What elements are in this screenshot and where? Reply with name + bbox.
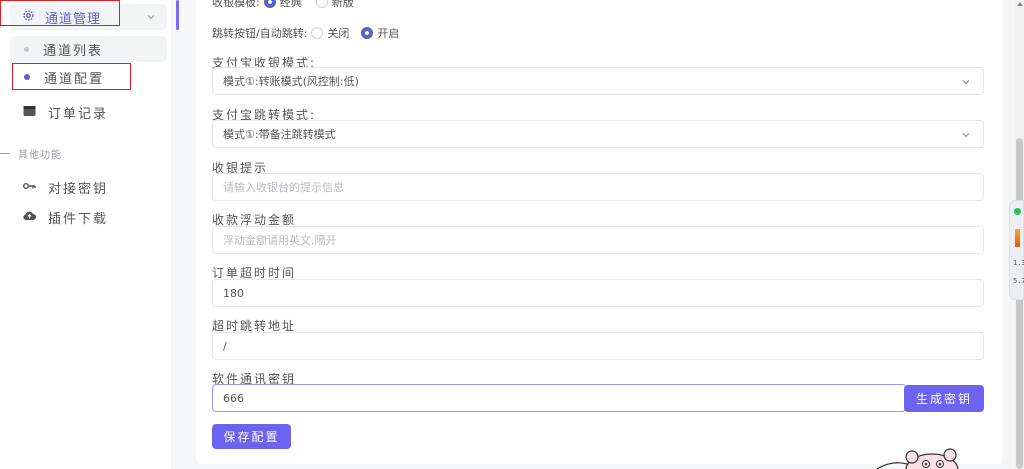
cashier-template-label: 收银模板: bbox=[212, 0, 260, 9]
status-dot-icon bbox=[1014, 208, 1021, 215]
sidebar-item-plugin-download[interactable]: 插件下载 bbox=[23, 208, 108, 227]
sidebar-item-label: 订单记录 bbox=[48, 107, 109, 122]
radio-new[interactable] bbox=[315, 0, 328, 8]
radio-classic-label: 经典 bbox=[279, 0, 302, 9]
alipay-jump-mode-select[interactable]: 模式①:带备注跳转模式 bbox=[212, 120, 984, 148]
generate-key-button[interactable]: 生成密钥 bbox=[904, 385, 984, 412]
jump-button-row: 跳转按钮/自动跳转: 关闭 开启 bbox=[212, 25, 399, 41]
sidebar-item-label: 对接密钥 bbox=[48, 182, 109, 197]
sidebar-item-label: 通道列表 bbox=[43, 43, 104, 59]
active-indicator bbox=[176, 0, 179, 30]
sidebar-item-api-key[interactable]: 对接密钥 bbox=[23, 178, 108, 197]
radio-off[interactable] bbox=[311, 27, 324, 39]
radio-on-label: 开启 bbox=[377, 27, 400, 40]
key-icon bbox=[23, 180, 36, 195]
chevron-down-icon bbox=[145, 11, 157, 23]
widget-value: 5.7 bbox=[1013, 277, 1024, 285]
radio-new-label: 新版 bbox=[331, 0, 354, 9]
chevron-down-icon bbox=[961, 77, 971, 87]
scrollbar-thumb[interactable] bbox=[1016, 138, 1023, 469]
alipay-cashier-mode-select[interactable]: 模式①:转账模式(风控制:低) bbox=[212, 67, 984, 95]
sidebar-section-title: 其他功能 bbox=[0, 146, 62, 161]
cashier-tip-input[interactable]: 请输入收银台的提示信息 bbox=[212, 173, 984, 201]
timeout-url-input[interactable]: / bbox=[212, 332, 984, 360]
radio-off-label: 关闭 bbox=[327, 27, 350, 40]
floating-monitor-widget[interactable]: 1.3 5.7 bbox=[1009, 200, 1024, 300]
widget-value: 1.3 bbox=[1013, 259, 1024, 267]
scroll-up-arrow-icon[interactable] bbox=[1017, 2, 1023, 6]
radio-classic[interactable] bbox=[263, 0, 276, 8]
wallet-icon bbox=[23, 105, 36, 121]
mascot-image bbox=[872, 440, 962, 469]
sidebar-item-channel-list[interactable]: 通道列表 bbox=[10, 36, 167, 62]
highlight-box bbox=[0, 0, 120, 26]
float-amount-input[interactable]: 浮动金额请用英文,隔开 bbox=[212, 226, 984, 254]
cloud-upload-icon bbox=[23, 210, 36, 225]
level-bar bbox=[1015, 229, 1020, 247]
chevron-down-icon bbox=[961, 130, 971, 140]
sidebar-item-order-record[interactable]: 订单记录 bbox=[23, 103, 108, 122]
highlight-box bbox=[12, 63, 131, 90]
order-timeout-input[interactable]: 180 bbox=[212, 279, 984, 307]
bullet-icon bbox=[24, 46, 29, 52]
radio-on[interactable] bbox=[361, 27, 374, 39]
sidebar-item-label: 插件下载 bbox=[48, 212, 109, 227]
jump-button-label: 跳转按钮/自动跳转: bbox=[212, 27, 308, 40]
cashier-template-row: 收银模板: 经典 新版 bbox=[212, 0, 354, 10]
select-value: 模式①:带备注跳转模式 bbox=[223, 128, 336, 141]
software-key-input[interactable]: 666 bbox=[212, 384, 906, 412]
save-config-button[interactable]: 保存配置 bbox=[212, 424, 291, 449]
select-value: 模式①:转账模式(风控制:低) bbox=[223, 75, 359, 88]
